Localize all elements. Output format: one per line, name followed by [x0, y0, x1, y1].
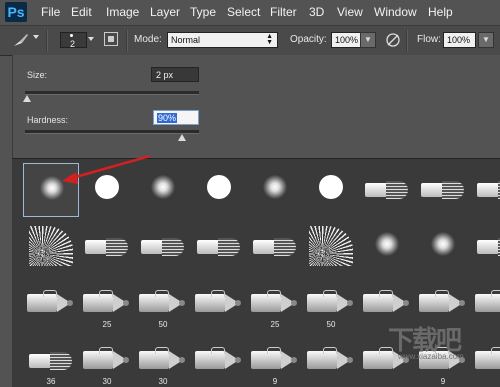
brush-size-number: 36	[46, 377, 56, 386]
mode-dropdown[interactable]: Normal ▲ ▼	[167, 32, 278, 48]
menu-3d[interactable]: 3D	[309, 5, 324, 19]
brush-size-number: 30	[158, 377, 168, 386]
brush-preset-11[interactable]	[79, 220, 135, 274]
brush-preset-17[interactable]	[415, 220, 471, 274]
brush-size-number: 25	[102, 320, 112, 329]
menu-filter[interactable]: Filter	[270, 5, 297, 19]
brush-preset-16[interactable]	[359, 220, 415, 274]
brush-preset-14[interactable]	[247, 220, 303, 274]
brush-size-number: 9	[440, 377, 446, 386]
flow-field[interactable]: 100%	[443, 32, 476, 48]
brush-preset-3[interactable]	[135, 163, 191, 217]
brush-preset-23[interactable]: 25	[247, 277, 303, 331]
soft-round-brush-icon	[263, 175, 287, 199]
soft-round-brush-icon	[431, 232, 455, 256]
brush-preset-31[interactable]	[191, 334, 247, 387]
photoshop-logo: Ps	[5, 2, 27, 22]
brush-preset-21[interactable]: 50	[135, 277, 191, 331]
brush-size-number: 9	[272, 377, 278, 386]
opacity-field[interactable]: 100%	[331, 32, 361, 48]
menu-view[interactable]: View	[337, 5, 363, 19]
flow-label: Flow:	[417, 34, 441, 45]
brush-preset-28[interactable]: 36	[23, 334, 79, 387]
size-label: Size:	[27, 70, 48, 80]
brush-preset-1[interactable]	[23, 163, 79, 217]
brush-size-number: 25	[270, 320, 280, 329]
brush-size-preview[interactable]: 2	[60, 32, 87, 49]
opacity-label: Opacity:	[290, 34, 327, 45]
brush-size-number: 30	[102, 377, 112, 386]
menu-file[interactable]: File	[41, 5, 60, 19]
size-slider-thumb[interactable]	[22, 95, 31, 102]
brush-preset-33[interactable]	[303, 334, 359, 387]
brush-preset-32[interactable]: 9	[247, 334, 303, 387]
watermark-url: www.xiazaiba.com	[398, 352, 464, 361]
brush-panel-toggle-icon[interactable]	[104, 32, 118, 46]
tool-preset-chevron-down-icon[interactable]	[33, 35, 39, 39]
brush-preset-5[interactable]	[247, 163, 303, 217]
brush-size-number: 50	[158, 320, 168, 329]
menu-type[interactable]: Type	[190, 5, 216, 19]
brush-tool-icon[interactable]	[12, 32, 30, 53]
soft-round-brush-icon	[151, 175, 175, 199]
menu-help[interactable]: Help	[428, 5, 453, 19]
brush-preset-18[interactable]	[471, 220, 500, 274]
fan-brush-icon	[29, 226, 73, 266]
hardness-field[interactable]: 90%	[153, 110, 199, 125]
hard-round-brush-icon	[319, 175, 343, 199]
hardness-slider-thumb[interactable]	[177, 134, 186, 141]
brush-size-number: 50	[326, 320, 336, 329]
brush-preset-4[interactable]	[191, 163, 247, 217]
hard-round-brush-icon	[207, 175, 231, 199]
soft-round-brush-icon	[375, 232, 399, 256]
brush-preset-13[interactable]	[191, 220, 247, 274]
updown-chevron-icon: ▲ ▼	[266, 33, 273, 46]
menu-bar: Ps File Edit Image Layer Type Select Fil…	[0, 0, 500, 25]
brush-preset-2[interactable]	[79, 163, 135, 217]
menu-layer[interactable]: Layer	[150, 5, 180, 19]
menu-image[interactable]: Image	[106, 5, 139, 19]
brush-preset-10[interactable]	[23, 220, 79, 274]
fan-brush-icon	[309, 226, 353, 266]
mode-label: Mode:	[134, 34, 162, 45]
brush-preset-9[interactable]	[471, 163, 500, 217]
brush-preset-6[interactable]	[303, 163, 359, 217]
watermark-logo: 下载吧 www.xiazaiba.com	[388, 320, 488, 370]
brush-picker-chevron-down-icon[interactable]	[88, 37, 94, 41]
size-field[interactable]: 2 px	[151, 67, 199, 82]
options-bar: 2 Mode: Normal ▲ ▼ Opacity: 100% ▼ Flow: …	[0, 25, 500, 56]
opacity-chevron-down-icon[interactable]: ▼	[360, 32, 376, 48]
brush-preset-22[interactable]	[191, 277, 247, 331]
brush-preset-30[interactable]: 30	[135, 334, 191, 387]
hard-round-brush-icon	[95, 175, 119, 199]
size-slider-track[interactable]	[25, 91, 199, 95]
hardness-value-selected: 90%	[157, 113, 178, 123]
mode-value: Normal	[171, 35, 201, 45]
menu-window[interactable]: Window	[374, 5, 417, 19]
brush-preset-29[interactable]: 30	[79, 334, 135, 387]
watermark-text: 下载吧	[388, 325, 462, 355]
brush-preset-24[interactable]: 50	[303, 277, 359, 331]
brush-preset-15[interactable]	[303, 220, 359, 274]
brush-preset-7[interactable]	[359, 163, 415, 217]
soft-round-brush-icon	[40, 176, 64, 200]
pressure-opacity-icon[interactable]	[384, 31, 402, 54]
brush-preset-12[interactable]	[135, 220, 191, 274]
hardness-slider-track[interactable]	[25, 130, 199, 134]
flow-chevron-down-icon[interactable]: ▼	[478, 32, 494, 48]
menu-edit[interactable]: Edit	[71, 5, 92, 19]
brush-preset-20[interactable]: 25	[79, 277, 135, 331]
brush-preset-8[interactable]	[415, 163, 471, 217]
brush-preset-19[interactable]	[23, 277, 79, 331]
menu-select[interactable]: Select	[227, 5, 260, 19]
hardness-label: Hardness:	[27, 115, 69, 125]
brush-size-value: 2	[70, 39, 76, 49]
